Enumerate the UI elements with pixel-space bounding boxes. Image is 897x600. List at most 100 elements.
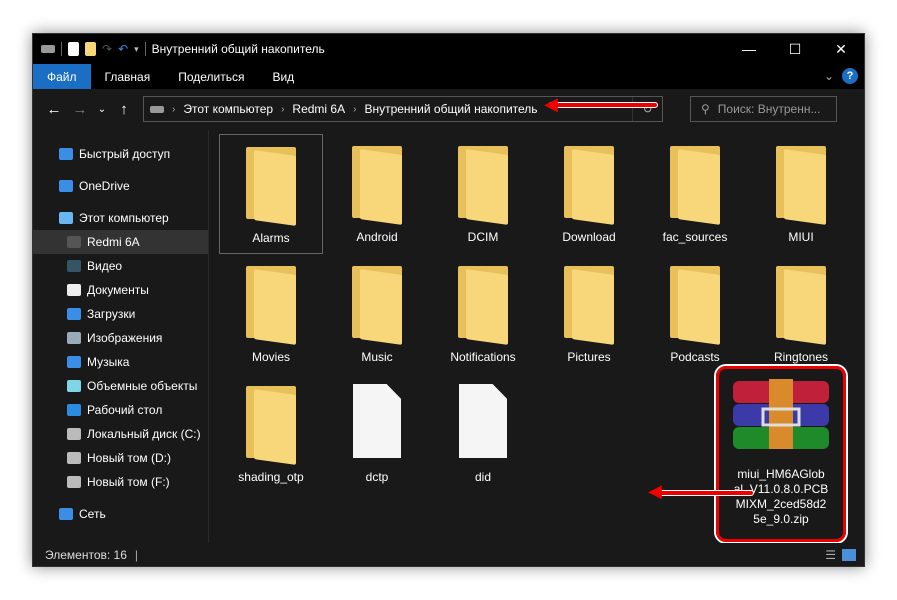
sidebar-item[interactable]: OneDrive	[33, 174, 208, 198]
sidebar-item-label: Новый том (D:)	[87, 451, 171, 465]
list-item[interactable]: fac_sources	[643, 134, 747, 254]
cloud-icon	[59, 180, 73, 192]
list-item[interactable]: Movies	[219, 254, 323, 374]
list-item[interactable]: MIUI	[749, 134, 853, 254]
list-item[interactable]: Download	[537, 134, 641, 254]
image-icon	[67, 332, 81, 344]
folder-icon	[458, 146, 508, 225]
sidebar-item[interactable]: Объемные объекты	[33, 374, 208, 398]
properties-icon[interactable]	[68, 42, 79, 56]
list-item[interactable]: shading_otp	[219, 374, 323, 494]
tab-home[interactable]: Главная	[91, 64, 165, 89]
sidebar-item-label: Redmi 6A	[87, 235, 140, 249]
file-icon	[353, 384, 401, 458]
network-icon	[59, 508, 73, 520]
sidebar-item[interactable]: Изображения	[33, 326, 208, 350]
folder-icon	[564, 146, 614, 225]
file-name: Pictures	[567, 350, 611, 364]
drive-icon	[67, 452, 81, 464]
list-item[interactable]: did	[431, 374, 535, 494]
large-icons-view-button[interactable]	[842, 548, 856, 561]
sidebar-item-label: Этот компьютер	[79, 211, 169, 225]
new-folder-icon[interactable]	[85, 42, 96, 56]
sidebar-item[interactable]: Локальный диск (C:)	[33, 422, 208, 446]
sidebar-item[interactable]: Новый том (D:)	[33, 446, 208, 470]
address-bar[interactable]: › Этот компьютер › Redmi 6A › Внутренний…	[143, 96, 663, 122]
help-icon[interactable]: ?	[842, 68, 858, 84]
ribbon-tabs: Файл Главная Поделиться Вид ⌄ ?	[33, 64, 864, 89]
maximize-button[interactable]: ☐	[772, 34, 818, 64]
undo-icon[interactable]: ↶	[118, 42, 128, 56]
desktop-icon	[67, 404, 81, 416]
annotation-arrow-address	[548, 102, 658, 108]
navigation-pane: Быстрый доступ OneDrive Этот компьютер Redm…	[33, 130, 209, 545]
sidebar-item[interactable]: Загрузки	[33, 302, 208, 326]
breadcrumb-storage[interactable]: Внутренний общий накопитель	[364, 102, 537, 116]
arrow-head-icon: ◀	[544, 94, 558, 114]
sidebar-item[interactable]: Быстрый доступ	[33, 142, 208, 166]
search-input[interactable]: ⚲ Поиск: Внутренн...	[690, 96, 837, 122]
sidebar-item-label: Быстрый доступ	[79, 147, 171, 161]
sidebar-item[interactable]: Redmi 6A	[33, 230, 208, 254]
sidebar-item[interactable]: Этот компьютер	[33, 206, 208, 230]
drive-icon	[41, 45, 55, 53]
file-name: shading_otp	[238, 470, 304, 484]
refresh-button[interactable]: ↻	[632, 97, 662, 121]
list-item[interactable]: Alarms	[219, 134, 323, 254]
sidebar-item[interactable]: Сеть	[33, 502, 208, 526]
chevron-right-icon: ›	[281, 103, 285, 115]
sidebar-item-label: Документы	[87, 283, 149, 297]
annotation-arrow-zip	[654, 490, 754, 496]
divider	[144, 42, 146, 56]
list-item[interactable]: DCIM	[431, 134, 535, 254]
sidebar-item[interactable]: Видео	[33, 254, 208, 278]
recent-locations-icon[interactable]: ⌄	[93, 104, 111, 115]
sidebar-item-label: Музыка	[87, 355, 130, 369]
drive-icon	[67, 428, 81, 440]
file-name: fac_sources	[662, 230, 728, 244]
search-icon: ⚲	[701, 102, 710, 116]
file-name: Ringtones	[773, 350, 829, 364]
sidebar-item-label: OneDrive	[79, 179, 130, 193]
search-placeholder: Поиск: Внутренн...	[717, 102, 821, 116]
sidebar-item[interactable]: Документы	[33, 278, 208, 302]
sidebar-item-label: Видео	[87, 259, 123, 273]
customize-dropdown-icon[interactable]: ▾	[134, 44, 139, 55]
redo-icon[interactable]: ↷	[102, 42, 112, 56]
breadcrumb-this-pc[interactable]: Этот компьютер	[183, 102, 273, 116]
list-item[interactable]: Ringtones	[749, 254, 853, 374]
close-button[interactable]: ✕	[818, 34, 864, 64]
folder-icon	[246, 147, 296, 226]
file-name: Movies	[251, 350, 290, 364]
list-item[interactable]: Android	[325, 134, 429, 254]
quick-access-toolbar: ↷ ↶ ▾	[41, 42, 146, 56]
file-icon	[459, 384, 507, 458]
tab-share[interactable]: Поделиться	[164, 64, 258, 89]
tab-view[interactable]: Вид	[258, 64, 308, 89]
list-item[interactable]: Pictures	[537, 254, 641, 374]
list-item-zip[interactable]: miui_HM6AGlob al_V11.0.8.0.PCB MIXM_2ced58…	[716, 366, 846, 542]
folder-icon	[564, 266, 614, 345]
tab-file[interactable]: Файл	[33, 64, 91, 89]
folder-icon	[776, 146, 826, 225]
title-bar: ↷ ↶ ▾ Внутренний общий накопитель — ☐ ✕	[33, 34, 864, 64]
sidebar-item-label: Загрузки	[87, 307, 136, 321]
up-button[interactable]: ↑	[111, 101, 137, 118]
sidebar-item[interactable]: Музыка	[33, 350, 208, 374]
breadcrumb-redmi[interactable]: Redmi 6A	[292, 102, 345, 116]
minimize-button[interactable]: —	[726, 34, 772, 64]
sidebar-item[interactable]: Рабочий стол	[33, 398, 208, 422]
back-button[interactable]: ←	[41, 101, 67, 118]
list-item[interactable]: Music	[325, 254, 429, 374]
divider	[61, 42, 62, 56]
arrow-head-icon: ◀	[648, 481, 662, 501]
forward-button[interactable]: →	[67, 101, 93, 118]
list-item[interactable]: Notifications	[431, 254, 535, 374]
details-view-button[interactable]: ☰	[825, 548, 836, 562]
sidebar-item[interactable]: Новый том (F:)	[33, 470, 208, 494]
list-item[interactable]: Podcasts	[643, 254, 747, 374]
list-item[interactable]: dctp	[325, 374, 429, 494]
expand-ribbon-icon[interactable]: ⌄	[824, 69, 834, 83]
sidebar-item-label: Изображения	[87, 331, 163, 345]
computer-icon	[59, 212, 73, 224]
